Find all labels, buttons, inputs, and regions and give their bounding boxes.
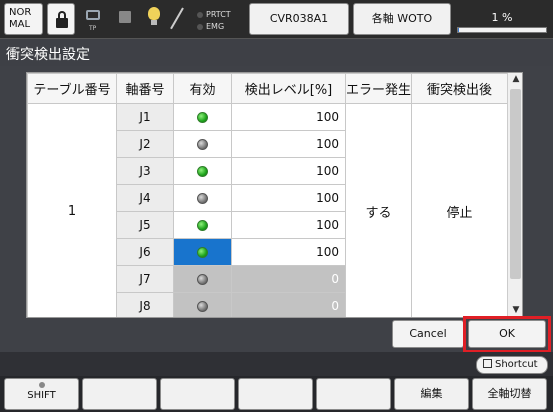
function-key-bar: SHIFT 編集 全軸切替 <box>0 376 553 412</box>
error-occurrence-cell[interactable]: する <box>345 103 412 317</box>
speed-label: 1 % <box>491 11 513 24</box>
enabled-cell <box>173 265 232 293</box>
enabled-led-icon <box>197 112 208 123</box>
enabled-cell[interactable] <box>173 103 232 131</box>
scroll-up-icon[interactable]: ▲ <box>510 74 522 84</box>
shortcut-label: Shortcut <box>495 359 538 370</box>
axis-mode-button[interactable]: 各軸 WOTO <box>353 3 451 35</box>
stop-icon <box>119 11 131 23</box>
enabled-cell[interactable] <box>173 211 232 239</box>
mode-indicator[interactable]: NOR MAL <box>4 3 43 35</box>
lock-button[interactable] <box>47 3 75 35</box>
table-row[interactable]: 1 J1 100 する 停止 <box>27 103 508 317</box>
shift-led-icon <box>38 382 45 388</box>
level-cell[interactable]: 100 <box>231 184 346 212</box>
table-number-cell[interactable]: 1 <box>27 103 117 317</box>
main-panel: テーブル番号 軸番号 有効 検出レベル[%] エラー発生 衝突検出後 1 J1 10… <box>0 66 553 353</box>
vertical-scrollbar[interactable]: ▲ ▼ <box>507 73 522 317</box>
function-key-6[interactable]: 編集 <box>394 378 469 410</box>
function-key-7[interactable]: 全軸切替 <box>472 378 547 410</box>
level-cell: 0 <box>231 292 346 317</box>
col-header-level: 検出レベル[%] <box>231 73 346 104</box>
after-detection-cell[interactable]: 停止 <box>411 103 508 317</box>
axis-cell: J2 <box>116 130 174 158</box>
axis-cell: J1 <box>116 103 174 131</box>
function-key-5[interactable] <box>316 378 391 410</box>
title-bar: 衝突検出設定 <box>0 38 553 66</box>
function-key-label: 全軸切替 <box>487 387 532 400</box>
shortcut-row: Shortcut <box>0 352 553 376</box>
disabled-led-icon <box>197 193 208 204</box>
col-header-after: 衝突検出後 <box>411 73 508 104</box>
speed-bar <box>457 27 547 33</box>
ok-highlight-box <box>463 316 551 353</box>
status-leds: PRTCT EMG <box>197 9 231 33</box>
level-cell[interactable]: 100 <box>231 103 346 131</box>
enabled-led-icon <box>197 166 208 177</box>
col-header-enabled: 有効 <box>173 73 232 104</box>
enabled-led-icon <box>197 220 208 231</box>
axis-cell: J5 <box>116 211 174 239</box>
col-header-table-number: テーブル番号 <box>27 73 117 104</box>
disabled-led-icon <box>197 301 208 312</box>
level-cell[interactable]: 100 <box>231 238 346 266</box>
robot-name-button[interactable]: CVR038A1 <box>249 3 349 35</box>
collision-table: テーブル番号 軸番号 有効 検出レベル[%] エラー発生 衝突検出後 1 J1 10… <box>26 72 523 318</box>
level-cell[interactable]: 100 <box>231 157 346 185</box>
enabled-cell <box>173 292 232 317</box>
function-key-2[interactable] <box>82 378 157 410</box>
speed-bar-fill <box>458 28 459 32</box>
page-title: 衝突検出設定 <box>6 47 90 63</box>
function-key-label: SHIFT <box>27 390 56 401</box>
shift-key[interactable]: SHIFT <box>4 378 79 410</box>
mode-line-1: NOR <box>9 7 32 18</box>
cancel-button[interactable]: Cancel <box>392 320 464 348</box>
settings-table: テーブル番号 軸番号 有効 検出レベル[%] エラー発生 衝突検出後 1 J1 10… <box>27 73 508 317</box>
table-body: 1 J1 100 する 停止 J2 100 J3 100 J4 100 J5 100 J6 100 J7 0 J8… <box>27 103 508 317</box>
level-cell[interactable]: 100 <box>231 211 346 239</box>
disabled-led-icon <box>197 274 208 285</box>
scroll-down-icon[interactable]: ▼ <box>510 305 522 315</box>
mode-line-2: MAL <box>9 19 31 30</box>
axis-cell: J8 <box>116 292 174 317</box>
shortcut-button[interactable]: Shortcut <box>476 356 548 374</box>
function-key-label: 編集 <box>420 387 443 400</box>
prtct-led-icon <box>197 11 203 18</box>
enabled-cell[interactable] <box>173 157 232 185</box>
function-key-4[interactable] <box>238 378 313 410</box>
lock-icon-body <box>56 18 68 28</box>
function-key-3[interactable] <box>160 378 235 410</box>
level-cell: 0 <box>231 265 346 293</box>
axis-cell: J6 <box>116 238 174 266</box>
enabled-cell[interactable] <box>173 184 232 212</box>
prtct-label: PRTCT <box>206 10 231 19</box>
level-cell[interactable]: 100 <box>231 130 346 158</box>
tp-label: TP <box>89 25 97 32</box>
axis-cell: J3 <box>116 157 174 185</box>
emg-led-icon <box>197 23 203 30</box>
teach-pendant-screen: NOR MAL TP PRTCT EMG CVR038A1 各軸 WOTO 1 … <box>0 0 553 412</box>
tool-icon <box>170 7 190 30</box>
axis-cell: J4 <box>116 184 174 212</box>
speed-override[interactable]: 1 % <box>455 3 549 35</box>
teach-pendant-icon: TP <box>86 10 102 32</box>
enabled-led-icon <box>197 247 208 258</box>
col-header-error: エラー発生 <box>345 73 412 104</box>
lamp-icon <box>146 7 162 29</box>
status-bar: NOR MAL TP PRTCT EMG CVR038A1 各軸 WOTO 1 … <box>0 0 553 38</box>
scroll-thumb[interactable] <box>510 89 521 279</box>
emg-label: EMG <box>206 22 225 31</box>
disabled-led-icon <box>197 139 208 150</box>
col-header-axis: 軸番号 <box>116 73 174 104</box>
shortcut-icon <box>483 359 492 368</box>
enabled-cell[interactable] <box>173 238 232 266</box>
axis-cell: J7 <box>116 265 174 293</box>
enabled-cell[interactable] <box>173 130 232 158</box>
